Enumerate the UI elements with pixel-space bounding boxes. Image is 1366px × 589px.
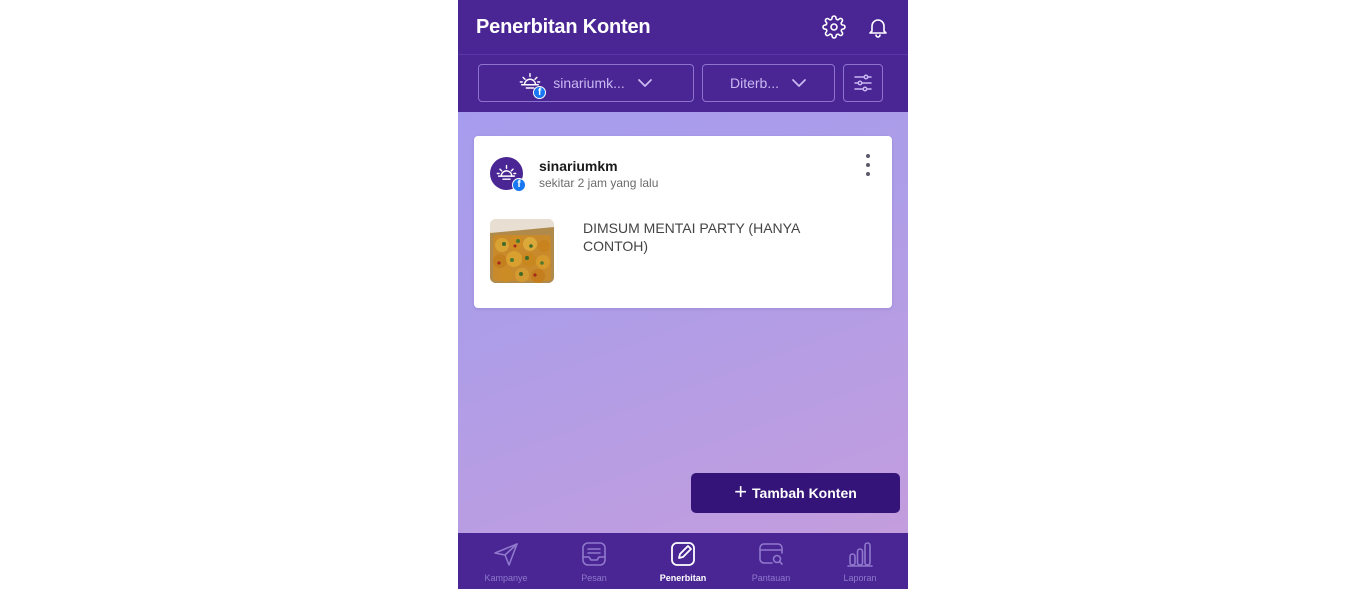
- facebook-badge-icon: f: [512, 178, 526, 192]
- filter-settings-button[interactable]: [843, 64, 883, 102]
- sliders-icon: [854, 74, 872, 92]
- nav-label: Pantauan: [751, 573, 791, 583]
- nav-item-laporan[interactable]: Laporan: [816, 533, 904, 589]
- plus-icon: +: [734, 478, 748, 504]
- add-content-button[interactable]: + Tambah Konten: [691, 473, 900, 513]
- page-title: Penerbitan Konten: [476, 16, 651, 38]
- edit-icon: [671, 542, 695, 566]
- post-timestamp: sekitar 2 jam yang lalu: [539, 176, 659, 190]
- status-dropdown-label: Diterb...: [729, 75, 779, 91]
- account-dropdown[interactable]: f sinariumk...: [478, 64, 694, 102]
- kebab-dot: [866, 172, 870, 176]
- nav-label: Laporan: [843, 573, 877, 583]
- facebook-badge-icon: f: [533, 86, 547, 99]
- nav-item-kampanye[interactable]: Kampanye: [462, 533, 550, 589]
- paper-plane-icon: [494, 543, 518, 566]
- account-logo: f: [519, 71, 547, 99]
- chevron-down-icon: [637, 79, 652, 87]
- post-account-name: sinariumkm: [539, 158, 618, 174]
- account-dropdown-label: sinariumk...: [553, 75, 625, 91]
- app-screen: Penerbitan Konten f sinariumk... Diterb.…: [458, 0, 908, 589]
- more-options-button[interactable]: [863, 154, 873, 176]
- nav-label: Pesan: [581, 573, 607, 583]
- filter-bar: f sinariumk... Diterb...: [458, 55, 908, 112]
- post-card[interactable]: f sinariumkm sekitar 2 jam yang lalu DIM…: [474, 136, 892, 308]
- post-thumbnail[interactable]: [490, 219, 554, 283]
- nav-item-pantauan[interactable]: Pantauan: [727, 533, 815, 589]
- kebab-dot: [866, 154, 870, 158]
- nav-label: Penerbitan: [659, 573, 707, 583]
- dimsum-photo: [490, 219, 554, 283]
- chevron-down-icon: [792, 79, 806, 87]
- inbox-icon: [582, 542, 606, 566]
- monitor-icon: [759, 543, 783, 565]
- nav-item-pesan[interactable]: Pesan: [550, 533, 638, 589]
- notification-button[interactable]: [865, 14, 891, 40]
- nav-item-penerbitan[interactable]: Penerbitan: [639, 533, 727, 589]
- bar-chart-icon: [847, 542, 873, 567]
- avatar: f: [490, 157, 526, 192]
- settings-button[interactable]: [821, 14, 847, 40]
- bottom-navigation: Kampanye Pesan Penerbitan Pantauan Lapor…: [458, 533, 908, 589]
- top-header: Penerbitan Konten: [458, 0, 908, 55]
- add-content-label: Tambah Konten: [752, 485, 857, 501]
- status-dropdown[interactable]: Diterb...: [702, 64, 835, 102]
- post-content-text: DIMSUM MENTAI PARTY (HANYA CONTOH): [583, 220, 800, 254]
- kebab-dot: [866, 163, 870, 167]
- nav-label: Kampanye: [484, 573, 528, 583]
- bell-icon: [869, 19, 887, 38]
- gear-icon: [822, 15, 846, 39]
